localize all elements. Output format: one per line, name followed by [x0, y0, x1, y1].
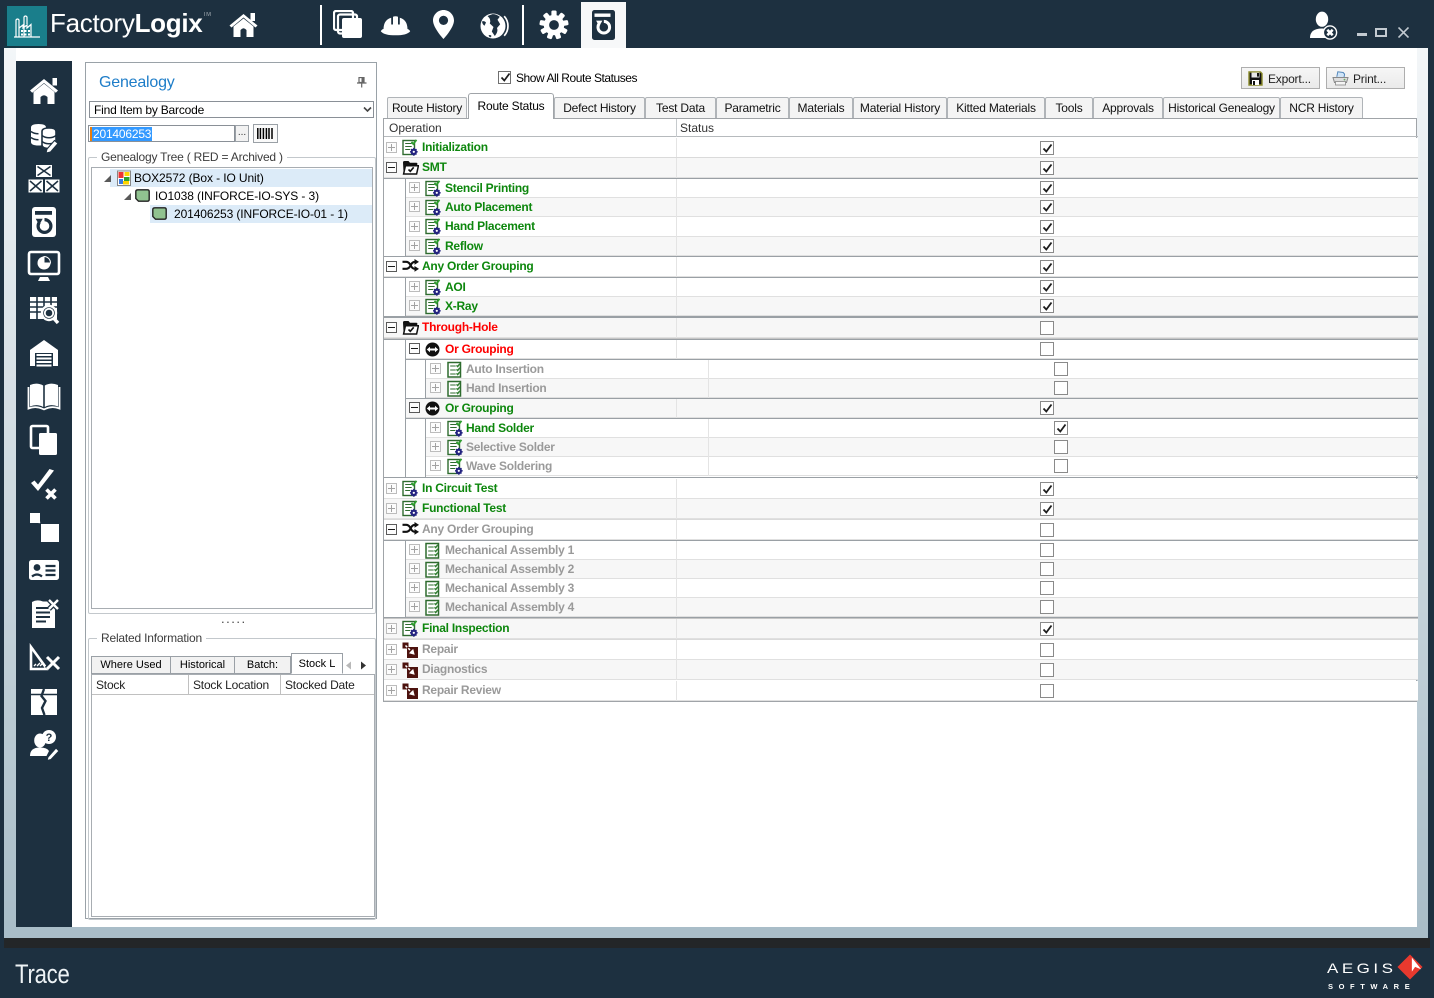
svg-text:?: ?	[46, 732, 53, 744]
